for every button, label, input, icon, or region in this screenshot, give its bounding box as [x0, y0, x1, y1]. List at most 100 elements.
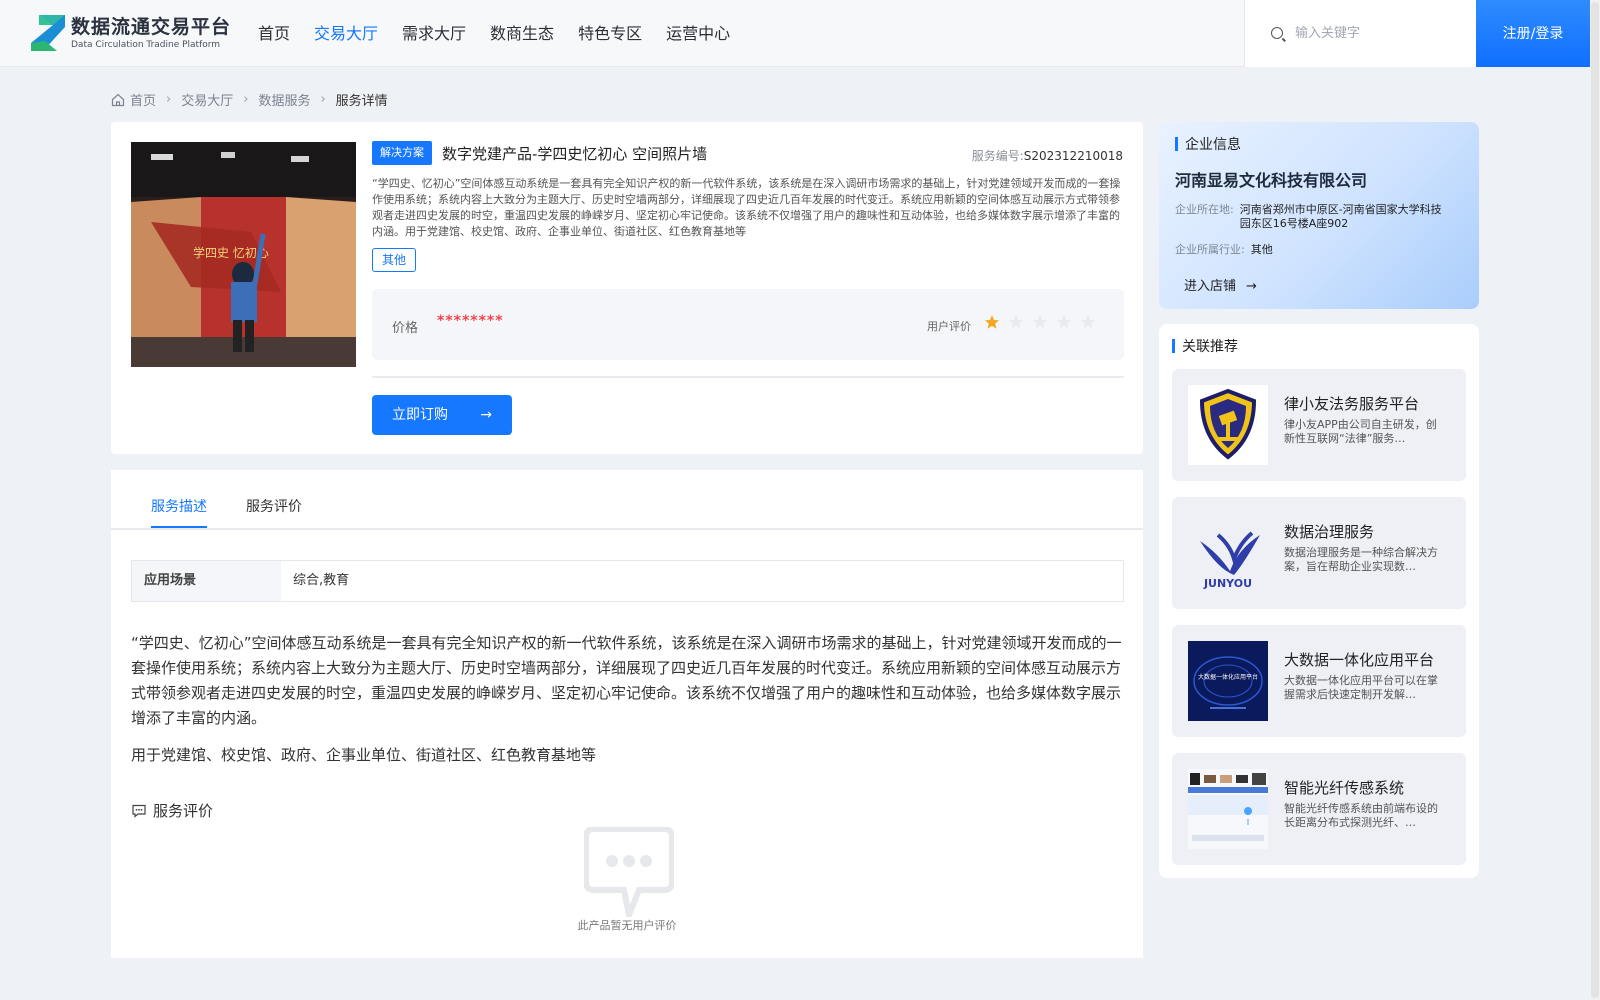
- star-icon[interactable]: [1080, 314, 1096, 330]
- breadcrumb-data-service[interactable]: 数据服务: [258, 90, 310, 109]
- company-name: 河南显易文化科技有限公司: [1175, 171, 1368, 190]
- logo-icon: [31, 15, 65, 51]
- breadcrumb-current: 服务详情: [335, 94, 388, 109]
- chevron-right-icon: ›: [243, 92, 249, 107]
- home-icon: [111, 93, 125, 106]
- recommend-thumbnail: 大数据一体化应用平台: [1188, 641, 1268, 721]
- product-title: 数字党建产品-学四史忆初心 空间照片墙: [442, 145, 708, 163]
- main-nav: 首页 交易大厅 需求大厅 数商生态 特色专区 运营中心: [258, 0, 754, 67]
- solution-badge: 解决方案: [372, 141, 432, 165]
- recommend-item[interactable]: 律小友法务服务平台 律小友APP由公司自主研发，创新性互联网“法律”服务…: [1172, 369, 1466, 481]
- detail-tabs: 服务描述 服务评价: [111, 470, 1143, 530]
- star-rating: [984, 314, 1104, 330]
- rating-label: 用户评价: [927, 320, 971, 333]
- review-title-label: 服务评价: [153, 802, 214, 820]
- product-photo: 学四史 忆初心: [131, 142, 356, 367]
- arrow-right-icon: →: [1246, 279, 1257, 294]
- recommend-item[interactable]: 智能光纤传感系统 智能光纤传感系统由前端布设的长距离分布式探测光纤、…: [1172, 753, 1466, 865]
- tab-active-indicator: [151, 526, 207, 528]
- bigdata-platform-image: 大数据一体化应用平台: [1188, 641, 1268, 721]
- recommend-desc: 数据治理服务是一种综合解决方案，旨在帮助企业实现数…: [1284, 546, 1438, 573]
- recommend-item[interactable]: JUNYOU 数据治理服务 数据治理服务是一种综合解决方案，旨在帮助企业实现数…: [1172, 497, 1466, 609]
- fiber-sensing-image: [1188, 769, 1268, 849]
- price-panel: 价格 ******** 用户评价: [372, 289, 1124, 360]
- nav-ecosystem[interactable]: 数商生态: [490, 0, 554, 67]
- nav-home[interactable]: 首页: [258, 0, 290, 67]
- nav-demand-hall[interactable]: 需求大厅: [402, 0, 466, 67]
- empty-comment-icon: [584, 827, 674, 917]
- chevron-right-icon: ›: [320, 92, 326, 107]
- company-info-card: 企业信息 河南显易文化科技有限公司 企业所在地: 河南省郑州市中原区-河南省国家…: [1159, 122, 1479, 309]
- order-now-button[interactable]: 立即订购 →: [372, 395, 512, 435]
- price-label: 价格: [392, 321, 419, 336]
- recommend-desc: 律小友APP由公司自主研发，创新性互联网“法律”服务…: [1284, 418, 1437, 445]
- empty-review-text: 此产品暂无用户评价: [577, 919, 677, 932]
- detail-card: 服务描述 服务评价 应用场景 综合,教育 “学四史、忆初心”空间体感互动系统是一…: [111, 470, 1143, 958]
- company-industry-label: 企业所属行业:: [1175, 243, 1245, 256]
- recommend-title: 数据治理服务: [1284, 523, 1375, 541]
- application-scene-table: 应用场景 综合,教育: [131, 560, 1124, 602]
- review-section-title: 服务评价: [131, 800, 213, 821]
- scene-value: 综合,教育: [293, 573, 350, 588]
- search-input[interactable]: [1295, 22, 1465, 44]
- page-scrollbar[interactable]: [1590, 0, 1600, 1000]
- recommend-section-title: 关联推荐: [1172, 336, 1238, 356]
- tab-service-reviews[interactable]: 服务评价: [246, 496, 302, 516]
- top-header: 数据流通交易平台 Data Circulation Tradine Platfo…: [0, 0, 1590, 67]
- bigdata-image-text: 大数据一体化应用平台: [1198, 673, 1258, 681]
- company-location: 河南省郑州市中原区-河南省国家大学科技园东区16号楼A座902: [1239, 203, 1442, 230]
- star-icon[interactable]: [984, 314, 1000, 330]
- recommend-title: 大数据一体化应用平台: [1284, 651, 1435, 669]
- recommend-title: 智能光纤传感系统: [1284, 779, 1405, 797]
- star-icon[interactable]: [1032, 314, 1048, 330]
- scene-label: 应用场景: [132, 561, 281, 601]
- arrow-right-icon: →: [480, 407, 492, 423]
- breadcrumb-trading-hall[interactable]: 交易大厅: [181, 90, 233, 109]
- detail-paragraph-1: “学四史、忆初心”空间体感互动系统是一套具有完全知识产权的新一代软件系统，该系统…: [131, 634, 1122, 727]
- recommend-thumbnail: JUNYOU: [1188, 513, 1268, 593]
- site-logo[interactable]: 数据流通交易平台 Data Circulation Tradine Platfo…: [29, 13, 231, 53]
- star-icon[interactable]: [1008, 314, 1024, 330]
- company-section-title: 企业信息: [1175, 134, 1241, 154]
- logo-title: 数据流通交易平台: [71, 16, 232, 38]
- nav-trading-hall[interactable]: 交易大厅: [314, 0, 378, 67]
- service-number-label: 服务编号:: [971, 149, 1024, 163]
- scrollbar-thumb[interactable]: [1591, 2, 1599, 998]
- junyou-logo-text: JUNYOU: [1203, 577, 1252, 590]
- company-location-row: 企业所在地: 河南省郑州市中原区-河南省国家大学科技园东区16号楼A座902: [1175, 203, 1450, 231]
- search-box: [1244, 0, 1476, 67]
- junyou-logo-icon: JUNYOU: [1200, 531, 1260, 590]
- login-register-button[interactable]: 注册/登录: [1476, 0, 1590, 67]
- price-value: ********: [437, 313, 504, 329]
- chevron-right-icon: ›: [166, 92, 172, 107]
- company-industry-row: 企业所属行业: 其他: [1175, 243, 1461, 257]
- recommend-thumbnail: [1188, 769, 1268, 849]
- product-card: 学四史 忆初心 解决方案 数字党建产品-学四史忆初心 空间照片墙 服务编号:S2…: [111, 122, 1143, 454]
- recommend-desc: 智能光纤传感系统由前端布设的长距离分布式探测光纤、…: [1284, 802, 1438, 829]
- product-description: “学四史、忆初心”空间体感互动系统是一套具有完全知识产权的新一代软件系统，该系统…: [372, 177, 1121, 238]
- related-recommendations: 关联推荐 律小友法务服务平台 律小友APP由公司自主研发，创新性互联网“法律”服…: [1159, 324, 1479, 878]
- logo-subtitle: Data Circulation Tradine Platform: [71, 40, 221, 50]
- divider: [372, 376, 1124, 378]
- nav-operations-center[interactable]: 运营中心: [666, 0, 730, 67]
- star-icon[interactable]: [1056, 314, 1072, 330]
- company-location-label: 企业所在地:: [1175, 203, 1234, 216]
- breadcrumb-home[interactable]: 首页: [130, 90, 156, 109]
- service-number-value: S202312210018: [1023, 149, 1123, 163]
- tab-service-description[interactable]: 服务描述: [151, 496, 207, 516]
- comment-icon: [132, 804, 146, 818]
- recommend-item[interactable]: 大数据一体化应用平台 大数据一体化应用平台 大数据一体化应用平台可以在掌握需求后…: [1172, 625, 1466, 737]
- enter-shop-link[interactable]: 进入店铺 →: [1184, 275, 1257, 294]
- shield-gavel-icon: [1188, 385, 1268, 465]
- breadcrumb: 首页 › 交易大厅 › 数据服务 › 服务详情: [111, 90, 388, 109]
- search-icon[interactable]: [1271, 27, 1283, 39]
- product-image: 学四史 忆初心: [131, 142, 356, 367]
- recommend-desc: 大数据一体化应用平台可以在掌握需求后快速定制开发解…: [1284, 674, 1438, 701]
- nav-featured-zone[interactable]: 特色专区: [578, 0, 642, 67]
- order-now-label: 立即订购: [392, 407, 448, 423]
- service-number: 服务编号:S202312210018: [972, 147, 1123, 164]
- detail-paragraph-2: 用于党建馆、校史馆、政府、企事业单位、街道社区、红色教育基地等: [131, 746, 597, 764]
- recommend-thumbnail: [1188, 385, 1268, 465]
- category-tag: 其他: [372, 248, 417, 272]
- enter-shop-label: 进入店铺: [1184, 279, 1237, 294]
